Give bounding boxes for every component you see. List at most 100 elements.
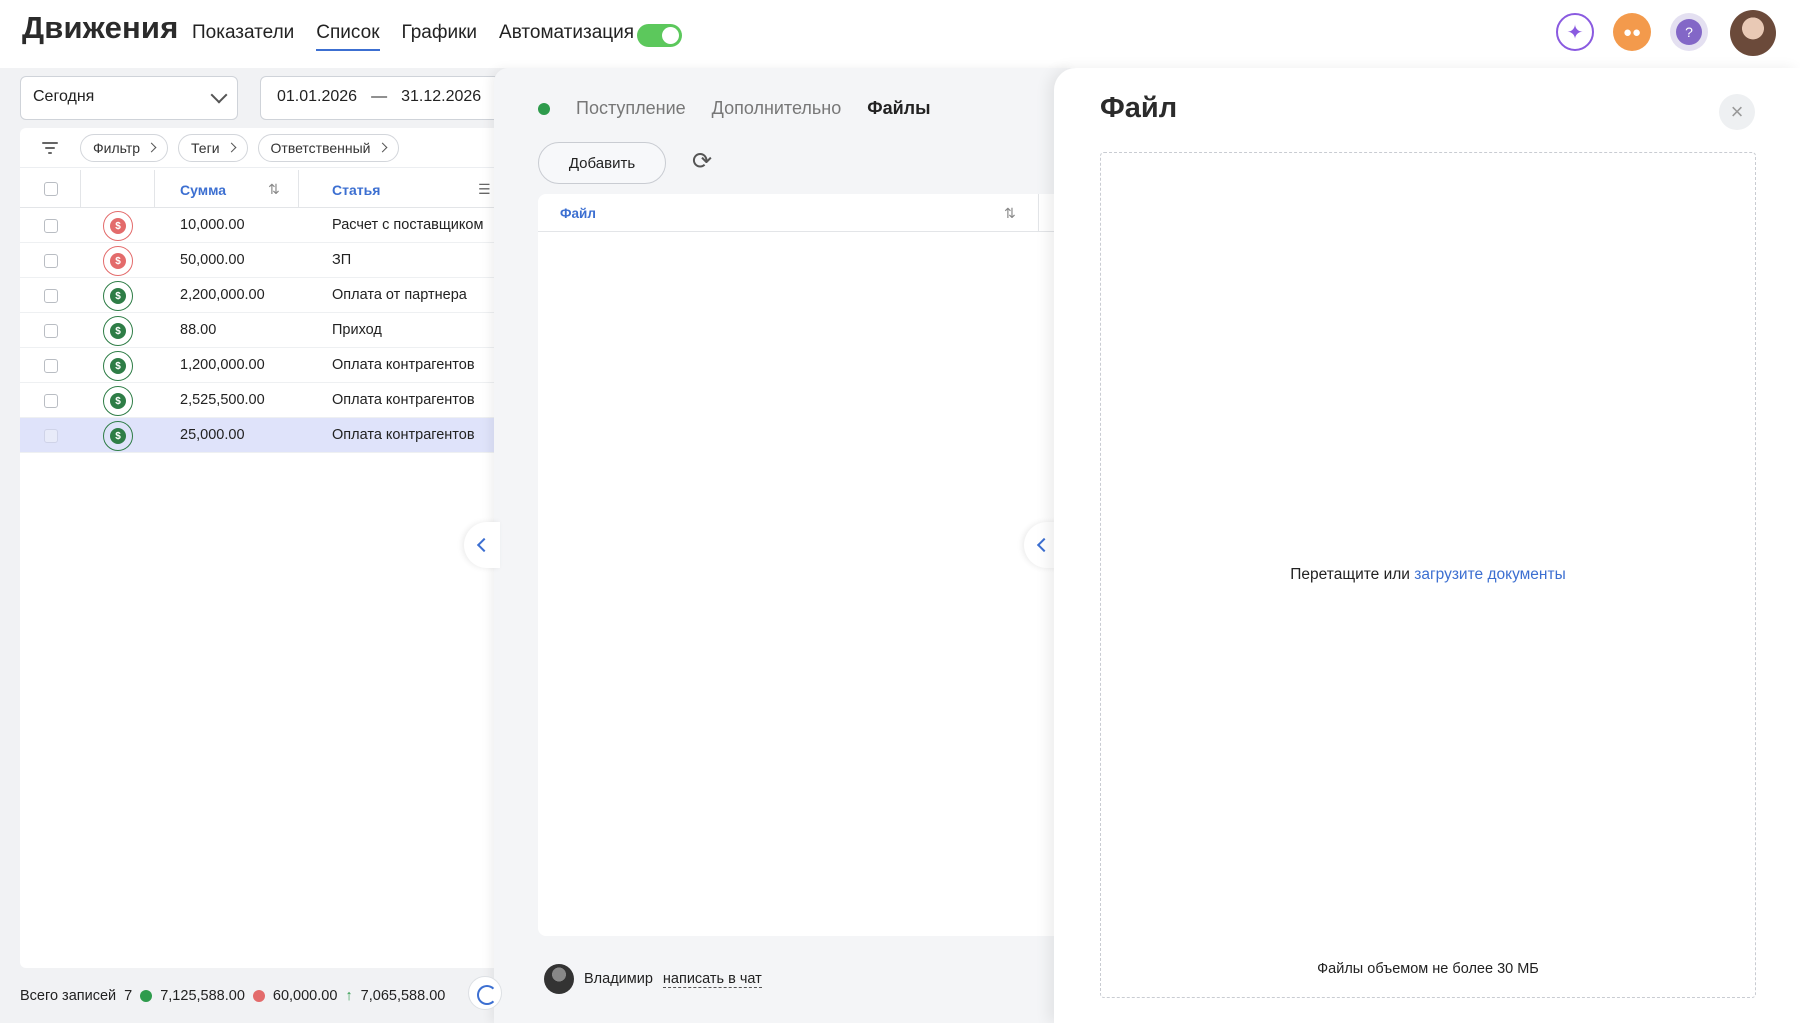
chip-label: Фильтр bbox=[93, 139, 141, 156]
help-glyph: ? bbox=[1676, 19, 1702, 45]
totals-expense: 60,000.00 bbox=[272, 988, 338, 1004]
table-row[interactable]: $ 1,200,000.00 Оплата контрагентов bbox=[20, 348, 500, 383]
file-size-limit: Файлы объемом не более 30 МБ bbox=[1317, 961, 1539, 977]
chip-label: Ответственный bbox=[270, 139, 371, 156]
row-checkbox[interactable] bbox=[44, 289, 58, 303]
totals-balance: 7,065,588.00 bbox=[360, 988, 446, 1004]
row-sum: 10,000.00 bbox=[180, 217, 245, 233]
nav-automation[interactable]: Автоматизация bbox=[499, 22, 634, 48]
sort-icon[interactable]: ⇅ bbox=[1004, 205, 1016, 222]
select-all-checkbox[interactable] bbox=[44, 182, 58, 196]
file-panel-title: Файл bbox=[1100, 92, 1178, 124]
column-menu-icon[interactable]: ☰ bbox=[478, 181, 491, 198]
row-sum: 2,200,000.00 bbox=[180, 287, 265, 303]
expense-icon: $ bbox=[103, 211, 133, 241]
column-divider bbox=[80, 170, 81, 208]
nav-indicators[interactable]: Показатели bbox=[192, 22, 294, 48]
column-divider bbox=[1038, 194, 1039, 232]
manager-name: Владимир bbox=[584, 971, 653, 987]
tab-additional[interactable]: Дополнительно bbox=[712, 98, 842, 119]
row-checkbox[interactable] bbox=[44, 359, 58, 373]
table-row[interactable]: $ 50,000.00 ЗП bbox=[20, 243, 500, 278]
row-sum: 1,200,000.00 bbox=[180, 357, 265, 373]
column-divider bbox=[154, 170, 155, 208]
upload-documents-link[interactable]: загрузите документы bbox=[1414, 566, 1565, 583]
column-file[interactable]: Файл bbox=[560, 206, 596, 221]
page-title: Движения bbox=[22, 10, 179, 45]
write-to-chat-link[interactable]: написать в чат bbox=[662, 971, 762, 988]
table-row[interactable]: $ 10,000.00 Расчет с поставщиком bbox=[20, 208, 500, 243]
row-sum: 50,000.00 bbox=[180, 252, 245, 268]
row-checkbox[interactable] bbox=[44, 219, 58, 233]
period-select[interactable]: Сегодня bbox=[20, 76, 238, 120]
totals-bar: Всего записей 7 7,125,588.00 60,000.00 ↑… bbox=[20, 988, 445, 1004]
file-dropzone[interactable]: Перетащите или загрузите документы Файлы… bbox=[1100, 152, 1756, 998]
date-to: 31.12.2026 bbox=[401, 88, 482, 105]
files-table: Файл ⇅ bbox=[538, 194, 1078, 936]
help-icon[interactable]: ? bbox=[1670, 13, 1708, 51]
sort-icon[interactable]: ⇅ bbox=[268, 181, 280, 198]
arrow-up-icon: ↑ bbox=[345, 988, 353, 1004]
row-checkbox[interactable] bbox=[44, 324, 58, 338]
totals-income: 7,125,588.00 bbox=[160, 988, 245, 1004]
income-icon: $ bbox=[103, 351, 133, 381]
automation-toggle[interactable] bbox=[637, 24, 682, 47]
row-article: Приход bbox=[332, 322, 382, 338]
tab-files[interactable]: Файлы bbox=[867, 98, 930, 119]
row-checkbox[interactable] bbox=[44, 429, 58, 443]
row-sum: 88.00 bbox=[180, 322, 217, 338]
operation-panel: Поступление Дополнительно Файлы Добавить… bbox=[494, 68, 1078, 1023]
table-row[interactable]: $ 88.00 Приход bbox=[20, 313, 500, 348]
manager-avatar bbox=[544, 964, 574, 994]
chat-footer: Владимир написать в чат bbox=[544, 964, 762, 994]
row-checkbox[interactable] bbox=[44, 394, 58, 408]
operations-list: Фильтр Теги Ответственный Сумма ⇅ Статья… bbox=[20, 128, 500, 968]
chat-icon[interactable]: ●● bbox=[1613, 13, 1651, 51]
period-value: Сегодня bbox=[33, 88, 95, 105]
filter-icon[interactable] bbox=[42, 141, 58, 154]
filter-chip-responsible[interactable]: Ответственный bbox=[257, 133, 399, 162]
income-icon: $ bbox=[103, 386, 133, 416]
files-table-header: Файл ⇅ bbox=[538, 194, 1078, 232]
user-avatar[interactable] bbox=[1730, 10, 1776, 56]
drop-text: Перетащите или bbox=[1290, 566, 1410, 583]
main-nav: Показатели Список Графики Автоматизация bbox=[192, 22, 634, 51]
sparkle-icon[interactable]: ✦ bbox=[1556, 13, 1594, 51]
chevron-left-icon bbox=[476, 537, 492, 553]
status-dot-icon bbox=[538, 102, 550, 115]
table-row-selected[interactable]: $ 25,000.00 Оплата контрагентов bbox=[20, 418, 500, 453]
add-file-button[interactable]: Добавить bbox=[538, 142, 666, 184]
row-checkbox[interactable] bbox=[44, 254, 58, 268]
loading-spinner bbox=[468, 976, 502, 1010]
filter-bar: Фильтр Теги Ответственный bbox=[20, 128, 500, 168]
column-sum[interactable]: Сумма bbox=[180, 182, 226, 198]
expense-dot-icon bbox=[252, 990, 265, 1002]
chevron-right-icon bbox=[146, 142, 157, 153]
table-row[interactable]: $ 2,525,500.00 Оплата контрагентов bbox=[20, 383, 500, 418]
expense-icon: $ bbox=[103, 246, 133, 276]
filter-chip-filter[interactable]: Фильтр bbox=[80, 133, 169, 162]
toggle-knob bbox=[662, 27, 679, 44]
totals-label: Всего записей bbox=[20, 988, 117, 1004]
column-article[interactable]: Статья bbox=[332, 182, 380, 198]
operation-tabs: Поступление Дополнительно Файлы bbox=[538, 98, 930, 119]
row-article: Оплата контрагентов bbox=[332, 427, 475, 443]
top-bar: Движения Показатели Список Графики Автом… bbox=[0, 0, 1800, 68]
table-header: Сумма ⇅ Статья ☰ bbox=[20, 170, 500, 208]
income-icon: $ bbox=[103, 281, 133, 311]
chevron-down-icon bbox=[210, 86, 228, 104]
close-icon[interactable]: × bbox=[1719, 94, 1755, 130]
income-icon: $ bbox=[103, 316, 133, 346]
filter-chip-tags[interactable]: Теги bbox=[178, 133, 248, 162]
chevron-left-icon bbox=[1036, 537, 1052, 553]
table-row[interactable]: $ 2,200,000.00 Оплата от партнера bbox=[20, 278, 500, 313]
tab-income[interactable]: Поступление bbox=[576, 98, 686, 119]
nav-list[interactable]: Список bbox=[316, 22, 380, 51]
chevron-right-icon bbox=[226, 142, 236, 153]
nav-charts[interactable]: Графики bbox=[402, 22, 478, 48]
income-icon: $ bbox=[103, 421, 133, 451]
refresh-icon[interactable]: ⟳ bbox=[688, 148, 716, 176]
totals-count: 7 bbox=[124, 988, 133, 1004]
file-panel: Файл × Перетащите или загрузите документ… bbox=[1054, 68, 1800, 1023]
date-range-input[interactable]: 01.01.2026 — 31.12.2026 bbox=[260, 76, 500, 120]
